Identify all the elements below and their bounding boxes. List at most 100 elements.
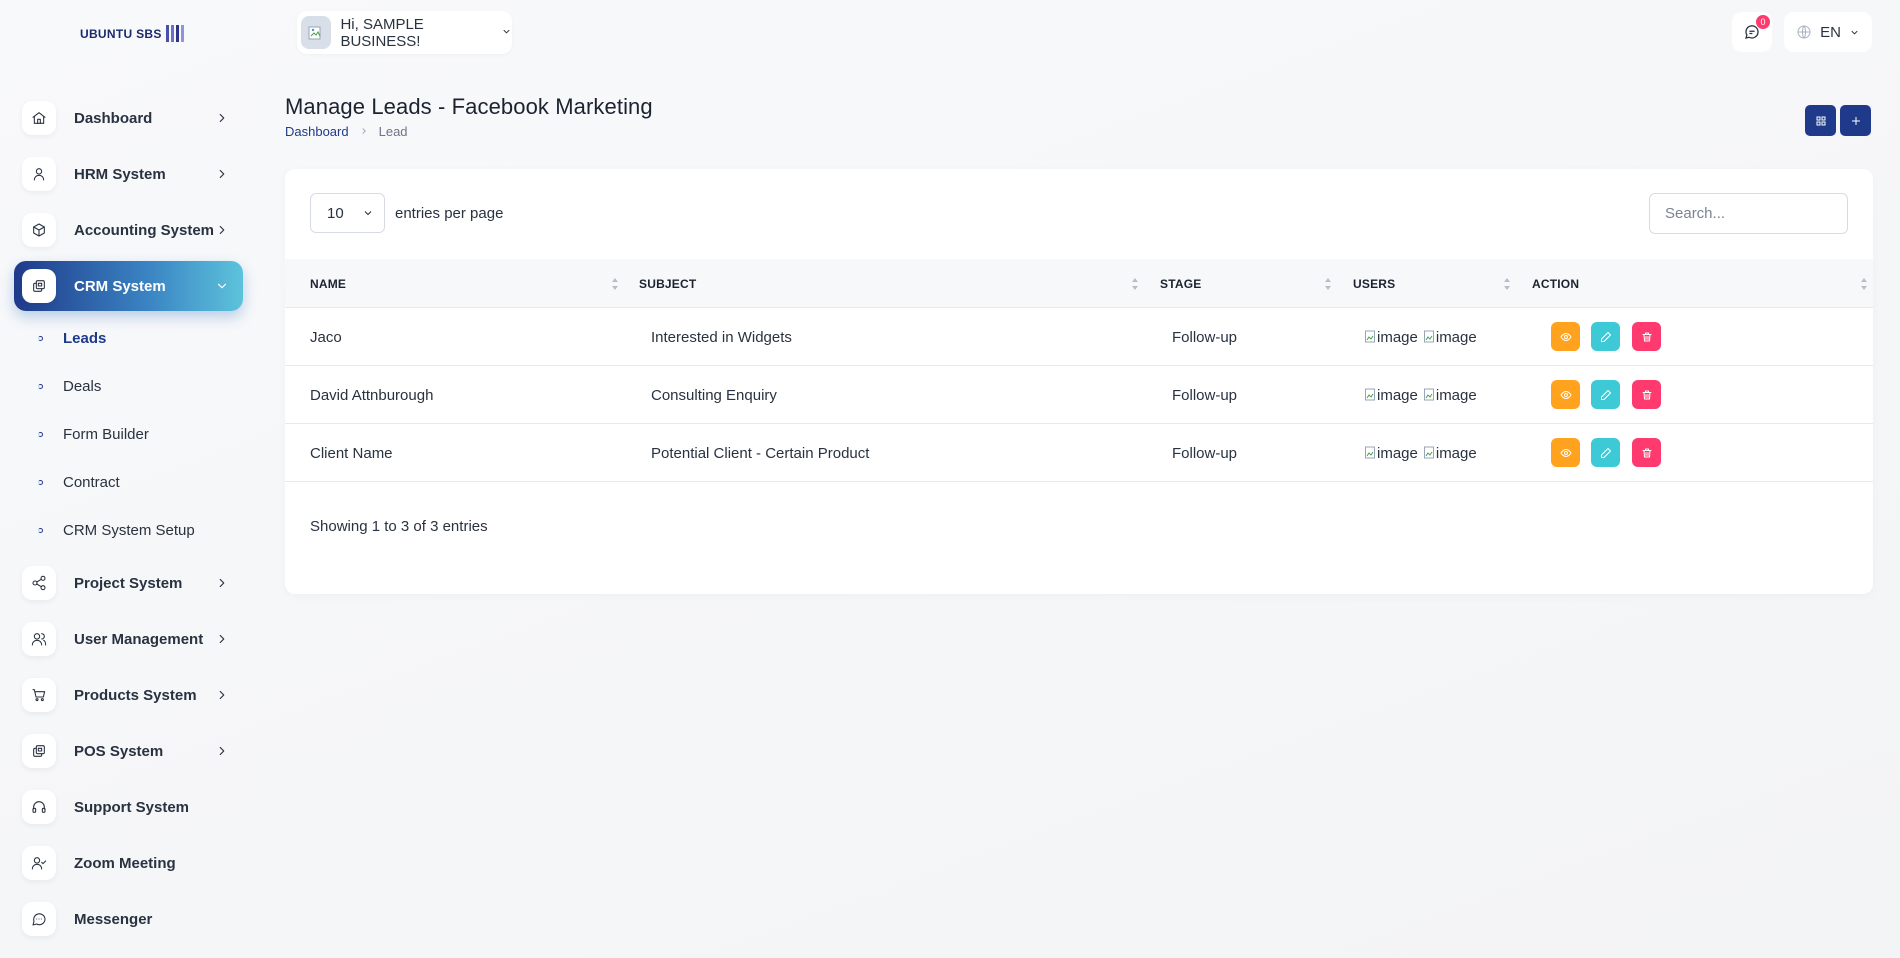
headphones-icon xyxy=(22,790,56,824)
sidebar-subitem-deals[interactable]: Deals xyxy=(38,374,101,398)
sidebar-item-label: Products System xyxy=(74,686,197,704)
sidebar-subitem-label: CRM System Setup xyxy=(63,521,195,539)
sidebar: UBUNTU SBS Dashboard HRM System Accounti… xyxy=(0,0,262,958)
sidebar-item-label: Accounting System xyxy=(74,221,215,239)
leads-card: 10 entries per page NAME SUBJECT STAGE U… xyxy=(285,169,1873,594)
bullet-icon xyxy=(38,383,43,389)
pencil-icon xyxy=(1600,331,1611,342)
sidebar-item-user-management[interactable]: User Management xyxy=(14,614,243,664)
sidebar-subitem-contract[interactable]: Contract xyxy=(38,470,120,494)
sidebar-item-crm-system[interactable]: CRM System xyxy=(14,261,243,311)
sidebar-item-zoom-meeting[interactable]: Zoom Meeting xyxy=(14,838,243,888)
lead-subject: Potential Client - Certain Product xyxy=(651,444,870,462)
lead-name: David Attnburough xyxy=(310,386,434,404)
sidebar-item-hrm-system[interactable]: HRM System xyxy=(14,149,243,199)
sidebar-subitem-form-builder[interactable]: Form Builder xyxy=(38,422,149,446)
delete-button[interactable] xyxy=(1632,322,1661,351)
breadcrumb-dashboard-link[interactable]: Dashboard xyxy=(285,124,349,139)
share-icon xyxy=(22,566,56,600)
sidebar-item-label: Zoom Meeting xyxy=(74,854,176,872)
sort-icon[interactable] xyxy=(611,277,619,291)
logo-text: UBUNTU SBS xyxy=(80,26,162,41)
language-selector[interactable]: EN xyxy=(1784,12,1872,52)
breadcrumb-current: Lead xyxy=(378,124,408,139)
table-header: NAME SUBJECT STAGE USERS ACTION xyxy=(285,259,1873,308)
logo-mark xyxy=(165,25,184,42)
grid-view-button[interactable] xyxy=(1805,105,1836,136)
delete-button[interactable] xyxy=(1632,438,1661,467)
edit-button[interactable] xyxy=(1591,438,1620,467)
box-icon xyxy=(22,213,56,247)
sidebar-item-label: HRM System xyxy=(74,165,166,183)
sidebar-item-products-system[interactable]: Products System xyxy=(14,670,243,720)
column-header-users[interactable]: USERS xyxy=(1353,259,1395,308)
lead-name: Jaco xyxy=(310,328,342,346)
sort-icon[interactable] xyxy=(1324,277,1332,291)
user-greeting: Hi, SAMPLE BUSINESS! xyxy=(340,15,424,50)
column-header-stage[interactable]: STAGE xyxy=(1160,259,1201,308)
entries-per-page-value: 10 xyxy=(327,204,344,222)
column-header-name[interactable]: NAME xyxy=(310,259,346,308)
view-button[interactable] xyxy=(1551,380,1580,409)
chevron-down-icon xyxy=(364,211,372,216)
bullet-icon xyxy=(38,479,43,485)
trash-icon xyxy=(1642,390,1651,399)
search-input[interactable] xyxy=(1649,193,1848,234)
sidebar-item-dashboard[interactable]: Dashboard xyxy=(14,93,243,143)
entries-per-page-select[interactable]: 10 xyxy=(310,193,385,233)
chevron-down-icon xyxy=(215,279,229,293)
eye-icon xyxy=(1560,390,1571,399)
sort-icon[interactable] xyxy=(1131,277,1139,291)
lead-subject: Interested in Widgets xyxy=(651,328,792,346)
sort-icon[interactable] xyxy=(1503,277,1511,291)
sidebar-item-messenger[interactable]: Messenger xyxy=(14,894,243,944)
sidebar-subitem-leads[interactable]: Leads xyxy=(38,326,106,350)
sidebar-item-label: Dashboard xyxy=(74,109,153,127)
sort-icon[interactable] xyxy=(1860,277,1868,291)
messages-button[interactable]: 0 xyxy=(1732,12,1772,52)
sidebar-item-label: CRM System xyxy=(74,277,166,295)
chevron-right-icon xyxy=(215,223,229,237)
app-logo[interactable]: UBUNTU SBS xyxy=(80,25,184,42)
sidebar-subitem-label: Leads xyxy=(63,329,107,347)
message-circle-icon xyxy=(22,902,56,936)
sidebar-item-label: Project System xyxy=(74,574,183,592)
chevron-right-icon xyxy=(359,124,369,139)
layers-icon xyxy=(22,269,56,303)
broken-image-icon xyxy=(308,26,321,39)
sidebar-item-support-system[interactable]: Support System xyxy=(14,782,243,832)
delete-button[interactable] xyxy=(1632,380,1661,409)
edit-button[interactable] xyxy=(1591,380,1620,409)
broken-image-icon xyxy=(1365,388,1375,401)
pencil-icon xyxy=(1600,447,1611,458)
lead-stage: Follow-up xyxy=(1172,444,1238,462)
column-header-action[interactable]: ACTION xyxy=(1532,259,1579,308)
sidebar-subitem-crm-system-setup[interactable]: CRM System Setup xyxy=(38,518,195,542)
user-avatar-image: image xyxy=(1365,329,1418,346)
avatar xyxy=(301,16,332,49)
user-avatar-image: image xyxy=(1423,329,1477,346)
column-header-subject[interactable]: SUBJECT xyxy=(639,259,696,308)
lead-users: image image xyxy=(1365,308,1483,366)
eye-icon xyxy=(1560,448,1571,457)
sidebar-item-pos-system[interactable]: POS System xyxy=(14,726,243,776)
broken-image-icon xyxy=(1423,330,1434,343)
sidebar-item-label: POS System xyxy=(74,742,164,760)
sidebar-subitem-label: Form Builder xyxy=(63,425,149,443)
table-row: Jaco Interested in Widgets Follow-up ima… xyxy=(285,308,1873,366)
user-avatar-image: image xyxy=(1423,387,1477,404)
table-row: David Attnburough Consulting Enquiry Fol… xyxy=(285,366,1873,424)
chevron-right-icon xyxy=(215,688,229,702)
view-button[interactable] xyxy=(1551,322,1580,351)
grid-icon xyxy=(1816,116,1825,125)
user-menu[interactable]: Hi, SAMPLE BUSINESS! xyxy=(297,11,512,54)
broken-image-icon xyxy=(1365,330,1375,343)
add-lead-button[interactable] xyxy=(1840,105,1871,136)
layers-icon xyxy=(22,734,56,768)
view-button[interactable] xyxy=(1551,438,1580,467)
chevron-right-icon xyxy=(215,632,229,646)
lead-stage: Follow-up xyxy=(1172,386,1238,404)
sidebar-item-accounting-system[interactable]: Accounting System xyxy=(14,205,243,255)
edit-button[interactable] xyxy=(1591,322,1620,351)
sidebar-item-project-system[interactable]: Project System xyxy=(14,558,243,608)
